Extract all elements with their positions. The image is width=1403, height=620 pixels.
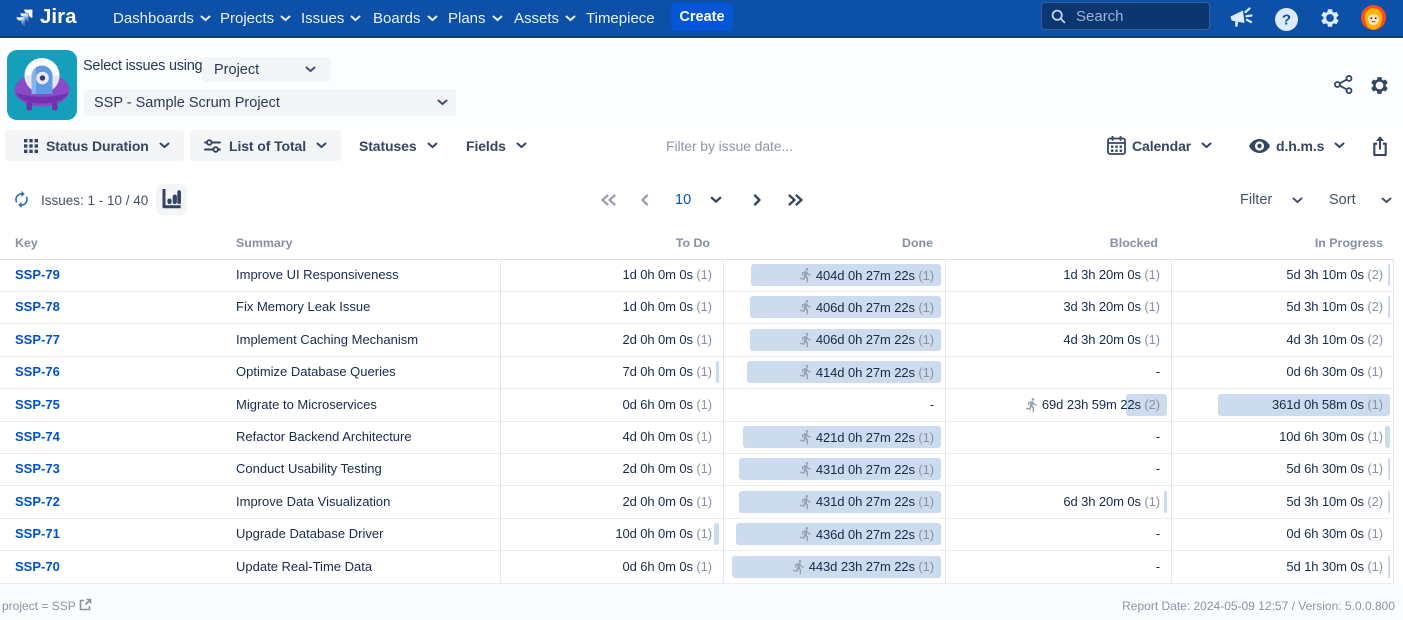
svg-text:?: ?: [1282, 12, 1291, 29]
